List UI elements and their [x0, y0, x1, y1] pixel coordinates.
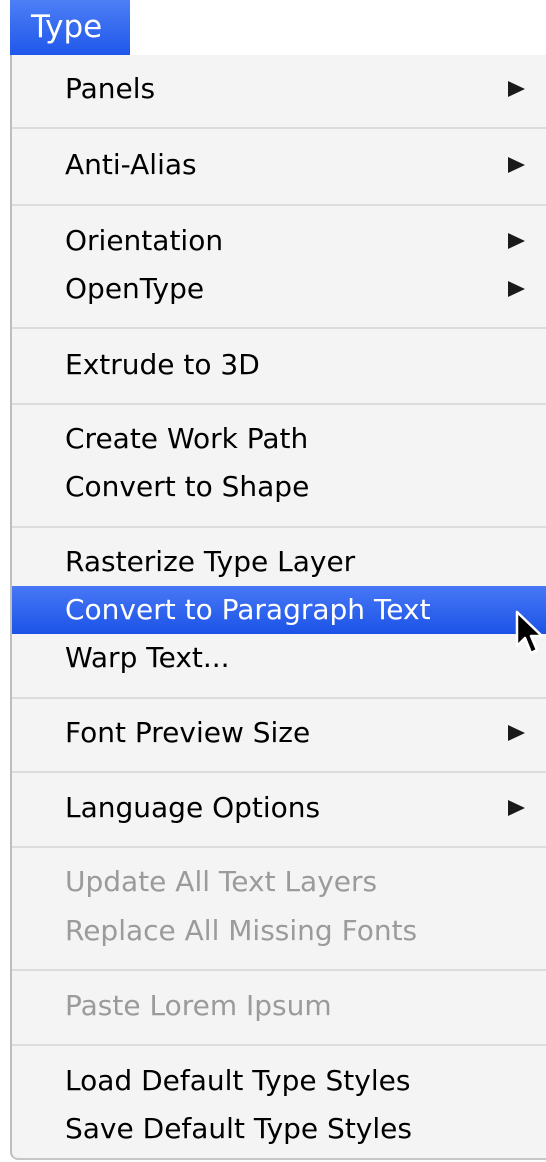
menu-item-label: Create Work Path: [65, 422, 309, 455]
submenu-arrow-icon: [508, 157, 525, 173]
menu-item-update-all-text-layers: Update All Text Layers: [12, 858, 546, 906]
menu-item-language-options[interactable]: Language Options: [12, 784, 546, 832]
menu-item-save-default-type-styles[interactable]: Save Default Type Styles: [12, 1105, 546, 1153]
menu-item-panels[interactable]: Panels: [12, 65, 546, 113]
menu-title-type[interactable]: Type: [10, 0, 130, 55]
menu-separator: [12, 1044, 546, 1046]
arrow-pointer-icon: [515, 610, 544, 655]
menu-item-label: Language Options: [65, 791, 321, 824]
menu-separator: [12, 969, 546, 971]
menu-item-label: Load Default Type Styles: [65, 1064, 411, 1097]
menu-item-label: Replace All Missing Fonts: [65, 914, 418, 947]
menu-separator: [12, 204, 546, 206]
submenu-arrow-icon: [508, 281, 525, 297]
submenu-arrow-icon: [508, 233, 525, 249]
menu-separator: [12, 697, 546, 699]
menu-separator: [12, 526, 546, 528]
menu-separator: [12, 327, 546, 329]
menu-item-replace-all-missing-fonts: Replace All Missing Fonts: [12, 907, 546, 955]
menu-item-label: Convert to Paragraph Text: [65, 593, 431, 626]
menu-item-label: Update All Text Layers: [65, 865, 378, 898]
menu-item-opentype[interactable]: OpenType: [12, 265, 546, 313]
menu-item-warp-text[interactable]: Warp Text...: [12, 634, 546, 682]
menu-separator: [12, 403, 546, 405]
menu-item-label: Orientation: [65, 224, 224, 257]
submenu-arrow-icon: [508, 81, 525, 97]
menu-item-anti-alias[interactable]: Anti-Alias: [12, 141, 546, 189]
menu-item-load-default-type-styles[interactable]: Load Default Type Styles: [12, 1057, 546, 1105]
menu-item-extrude-to-3d[interactable]: Extrude to 3D: [12, 341, 546, 389]
menu-separator: [12, 846, 546, 848]
menu-item-label: Convert to Shape: [65, 470, 310, 503]
menu-item-font-preview-size[interactable]: Font Preview Size: [12, 709, 546, 757]
type-dropdown-menu: Panels Anti-Alias Orientation OpenType E…: [10, 55, 546, 1160]
menu-item-paste-lorem-ipsum: Paste Lorem Ipsum: [12, 982, 546, 1030]
menu-item-label: Paste Lorem Ipsum: [65, 989, 332, 1022]
submenu-arrow-icon: [508, 800, 525, 816]
menu-separator: [12, 771, 546, 773]
menu-item-label: Warp Text...: [65, 641, 230, 674]
menu-item-orientation[interactable]: Orientation: [12, 217, 546, 265]
submenu-arrow-icon: [508, 725, 525, 741]
menu-separator: [12, 127, 546, 129]
menu-item-convert-to-paragraph-text[interactable]: Convert to Paragraph Text: [12, 586, 546, 634]
menu-item-label: Extrude to 3D: [65, 348, 260, 381]
menu-item-label: Save Default Type Styles: [65, 1112, 412, 1145]
menu-item-label: Rasterize Type Layer: [65, 545, 356, 578]
menu-item-create-work-path[interactable]: Create Work Path: [12, 415, 546, 463]
menu-item-label: Anti-Alias: [65, 148, 197, 181]
menu-item-rasterize-type-layer[interactable]: Rasterize Type Layer: [12, 538, 546, 586]
menu-item-label: Font Preview Size: [65, 716, 311, 749]
menu-item-convert-to-shape[interactable]: Convert to Shape: [12, 463, 546, 511]
menu-item-label: OpenType: [65, 272, 205, 305]
menu-item-label: Panels: [65, 72, 156, 105]
